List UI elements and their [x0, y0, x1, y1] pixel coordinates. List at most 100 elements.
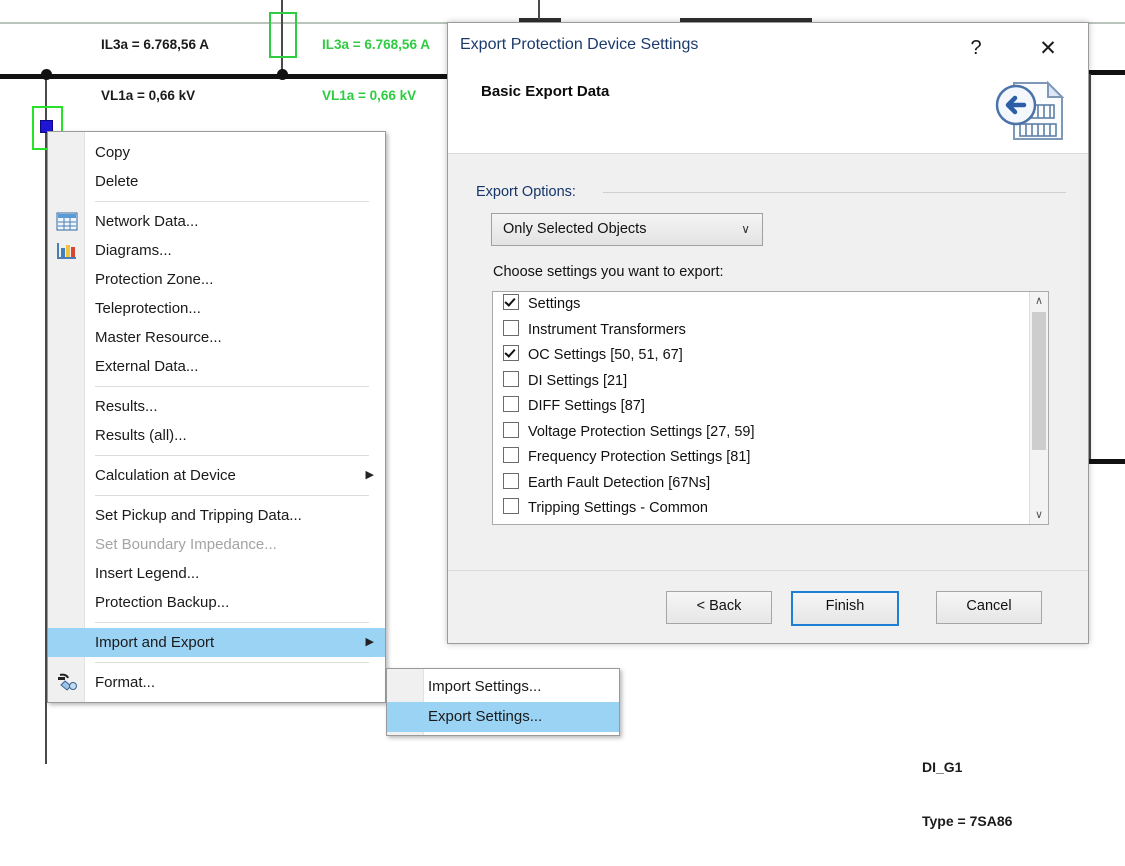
menu-separator: [95, 495, 369, 496]
settings-list-item-label: Instrument Transformers: [528, 321, 686, 338]
settings-list-scrollbar[interactable]: ∧ ∨: [1029, 292, 1048, 524]
menu-item-protection-backup[interactable]: Protection Backup...: [48, 588, 385, 617]
choose-settings-label: Choose settings you want to export:: [493, 264, 724, 280]
scroll-down-icon[interactable]: ∨: [1030, 506, 1048, 524]
export-scope-value: Only Selected Objects: [503, 221, 647, 237]
settings-list-item[interactable]: Settings: [493, 292, 1048, 318]
menu-item-label: Network Data...: [95, 213, 199, 230]
close-icon[interactable]: ✕: [1028, 32, 1068, 65]
scrollbar-thumb[interactable]: [1032, 312, 1046, 450]
menu-item-label: Import and Export: [95, 634, 215, 651]
menu-item-network-data[interactable]: Network Data...: [48, 207, 385, 236]
export-protection-device-settings-dialog[interactable]: Export Protection Device Settings Basic …: [447, 22, 1089, 644]
submenu-item-label: Export Settings...: [428, 708, 543, 725]
checkbox-unchecked[interactable]: [503, 447, 519, 463]
context-menu-items: Copy Delete Network Data... Diagrams... Prot…: [48, 132, 385, 702]
settings-list-item[interactable]: Instrument Transformers: [493, 318, 1048, 344]
menu-item-set-pickup-and-tripping-data[interactable]: Set Pickup and Tripping Data...: [48, 501, 385, 530]
settings-checkbox-list[interactable]: Settings Instrument Transformers OC Settin…: [492, 291, 1049, 525]
menu-separator: [95, 662, 369, 663]
export-options-label: Export Options:: [476, 184, 583, 200]
checkbox-checked[interactable]: [503, 345, 519, 361]
settings-list-item[interactable]: OC Settings [50, 51, 67]: [493, 343, 1048, 369]
menu-item-master-resource[interactable]: Master Resource...: [48, 323, 385, 352]
checkbox-unchecked[interactable]: [503, 319, 519, 336]
checkbox-unchecked[interactable]: [503, 472, 519, 489]
measurement-label-green: IL3a = 6.768,56 A VL1a = 0,66 kV: [322, 2, 430, 138]
import-export-submenu[interactable]: Import Settings... Export Settings...: [386, 668, 620, 736]
feeder-stem-1: [538, 0, 540, 20]
menu-item-calculation-at-device[interactable]: Calculation at Device ▶: [48, 461, 385, 490]
help-icon[interactable]: ?: [956, 32, 996, 65]
menu-item-results[interactable]: Results...: [48, 392, 385, 421]
checkbox-unchecked[interactable]: [503, 370, 519, 387]
context-menu[interactable]: Copy Delete Network Data... Diagrams... Prot…: [47, 131, 386, 703]
format-painter-icon: [56, 673, 78, 692]
menu-item-label: Results...: [95, 398, 158, 415]
settings-list-item[interactable]: DIFF Settings [87]: [493, 394, 1048, 420]
menu-item-label: Delete: [95, 173, 139, 190]
measurement-green-line-2: VL1a = 0,66 kV: [322, 88, 417, 103]
export-scope-dropdown[interactable]: Only Selected Objects ∨: [491, 213, 763, 246]
bar-chart-icon: [56, 241, 78, 260]
menu-item-external-data[interactable]: External Data...: [48, 352, 385, 381]
menu-item-label: Results (all)...: [95, 427, 187, 444]
table-icon: [56, 212, 78, 231]
scroll-up-icon[interactable]: ∧: [1030, 292, 1048, 310]
busbar-right-lower: [1085, 459, 1125, 464]
settings-list-item-label: Frequency Protection Settings [81]: [528, 449, 751, 465]
menu-item-format[interactable]: Format...: [48, 668, 385, 697]
dialog-subtitle: Basic Export Data: [481, 83, 610, 100]
checkbox-unchecked[interactable]: [503, 421, 519, 438]
export-document-icon: [992, 79, 1066, 143]
settings-list-item-label: Earth Fault Detection [67Ns]: [528, 474, 711, 491]
back-button[interactable]: < Back: [666, 591, 772, 624]
menu-separator: [95, 455, 369, 456]
menu-item-label: Format...: [95, 674, 156, 691]
measurement-label-black: IL3a = 6.768,56 A VL1a = 0,66 kV: [101, 2, 209, 138]
checkbox-unchecked[interactable]: [503, 396, 519, 412]
menu-item-protection-zone[interactable]: Protection Zone...: [48, 265, 385, 294]
menu-item-import-and-export[interactable]: Import and Export ▶: [48, 628, 385, 657]
submenu-item-label: Import Settings...: [428, 678, 542, 695]
measurement-green-line-1: IL3a = 6.768,56 A: [322, 37, 430, 52]
dialog-body: Export Options: Only Selected Objects ∨ …: [448, 154, 1088, 571]
checkbox-unchecked[interactable]: [503, 498, 519, 514]
dialog-title: Export Protection Device Settings: [460, 36, 699, 53]
cancel-button[interactable]: Cancel: [936, 591, 1042, 624]
menu-item-copy[interactable]: Copy: [48, 138, 385, 167]
finish-button[interactable]: Finish: [791, 591, 899, 626]
settings-list-item[interactable]: Earth Fault Detection [67Ns]: [493, 471, 1048, 497]
submenu-items: Import Settings... Export Settings...: [387, 669, 619, 735]
menu-item-delete[interactable]: Delete: [48, 167, 385, 196]
settings-list-rows: Settings Instrument Transformers OC Settin…: [493, 292, 1048, 522]
menu-item-label: Protection Backup...: [95, 594, 230, 611]
chevron-down-icon: ∨: [741, 222, 750, 236]
feeder-wire-right: [1089, 74, 1091, 459]
settings-list-item[interactable]: Voltage Protection Settings [27, 59]: [493, 420, 1048, 446]
menu-separator: [95, 386, 369, 387]
breaker-green[interactable]: [269, 12, 297, 58]
menu-item-results-all[interactable]: Results (all)...: [48, 421, 385, 450]
junction-node-left: [41, 69, 52, 80]
submenu-arrow-icon: ▶: [365, 469, 374, 481]
menu-item-teleprotection[interactable]: Teleprotection...: [48, 294, 385, 323]
checkbox-checked[interactable]: [503, 294, 519, 310]
settings-list-item-label: Voltage Protection Settings [27, 59]: [528, 423, 755, 440]
menu-item-label: Copy: [95, 144, 131, 161]
menu-item-label: Protection Zone...: [95, 271, 214, 288]
settings-list-item[interactable]: Frequency Protection Settings [81]: [493, 445, 1048, 471]
menu-item-label: Calculation at Device: [95, 467, 236, 484]
submenu-item-export-settings[interactable]: Export Settings...: [387, 702, 619, 732]
device-type: Type = 7SA86: [922, 813, 1013, 829]
submenu-item-import-settings[interactable]: Import Settings...: [387, 672, 619, 702]
menu-item-set-boundary-impedance: Set Boundary Impedance...: [48, 530, 385, 559]
device-label: DI_G1 Type = 7SA86: [922, 722, 1012, 866]
menu-item-diagrams[interactable]: Diagrams...: [48, 236, 385, 265]
junction-node-middle: [277, 69, 288, 80]
menu-item-insert-legend[interactable]: Insert Legend...: [48, 559, 385, 588]
settings-list-item[interactable]: Tripping Settings - Common: [493, 496, 1048, 522]
settings-list-item[interactable]: DI Settings [21]: [493, 369, 1048, 395]
menu-item-label: Insert Legend...: [95, 565, 200, 582]
measurement-line-1: IL3a = 6.768,56 A: [101, 37, 209, 52]
